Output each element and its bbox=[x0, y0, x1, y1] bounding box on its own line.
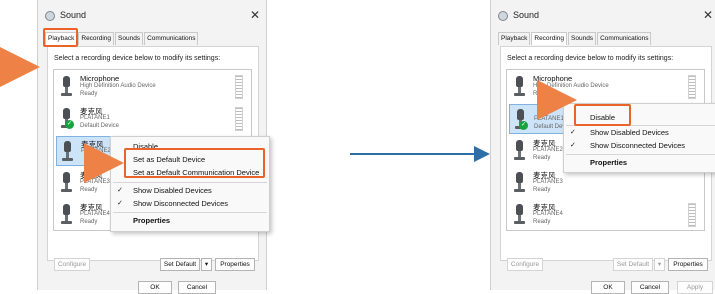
tab-sounds[interactable]: Sounds bbox=[568, 32, 597, 45]
tab-communications[interactable]: Communications bbox=[597, 32, 652, 45]
device-status: Ready bbox=[533, 155, 551, 161]
device-driver: PLATANE2 bbox=[533, 147, 563, 153]
check-badge-icon: ✓ bbox=[65, 120, 74, 129]
check-badge-icon: ✓ bbox=[519, 121, 528, 130]
device-status: Ready bbox=[80, 219, 98, 225]
ok-button[interactable]: OK bbox=[591, 281, 625, 294]
ok-button[interactable]: OK bbox=[138, 281, 172, 294]
device-name: Microphone bbox=[80, 74, 120, 83]
sound-icon bbox=[45, 11, 55, 21]
properties-button[interactable]: Properties bbox=[668, 258, 708, 271]
device-item[interactable]: 麦克风 PLATANE4 Ready bbox=[509, 200, 702, 230]
level-meter bbox=[688, 203, 696, 227]
device-driver: PLATANE1 bbox=[80, 115, 110, 121]
microphone-icon bbox=[514, 172, 525, 194]
tab-recording[interactable]: Recording bbox=[531, 32, 568, 45]
device-status: Ready bbox=[80, 91, 98, 97]
level-meter bbox=[688, 75, 696, 99]
microphone-icon bbox=[514, 76, 525, 98]
menu-options-highlight bbox=[124, 148, 265, 178]
disable-option-highlight bbox=[574, 104, 631, 126]
checkmark-icon: ✓ bbox=[117, 200, 123, 207]
close-icon[interactable]: ✕ bbox=[703, 8, 713, 22]
playback-tab-highlight bbox=[43, 28, 78, 47]
set-default-button[interactable]: Set Default bbox=[160, 258, 200, 271]
device-item[interactable]: ✓ 麦克风 PLATANE1 Default Device bbox=[56, 104, 249, 134]
menu-label: Show Disconnected Devices bbox=[133, 199, 229, 208]
device-status: Default Dev bbox=[534, 124, 566, 130]
apply-button[interactable]: Apply bbox=[677, 281, 713, 294]
checkmark-icon: ✓ bbox=[117, 187, 123, 194]
title-bar: Sound ✕ bbox=[491, 8, 715, 26]
level-meter bbox=[235, 107, 243, 131]
dialog-title: Sound bbox=[513, 10, 540, 20]
dialog-title: Sound bbox=[60, 10, 87, 20]
device-status: Ready bbox=[533, 219, 551, 225]
checkmark-icon: ✓ bbox=[570, 142, 576, 149]
pointer-arrow-icon bbox=[0, 47, 40, 87]
tab-bar: Playback Recording Sounds Communications bbox=[498, 32, 652, 46]
pointer-arrow-icon bbox=[537, 80, 577, 120]
menu-label: Properties bbox=[590, 158, 628, 167]
sound-dialog-after: Sound ✕ Playback Recording Sounds Commun… bbox=[490, 0, 715, 294]
microphone-icon bbox=[61, 172, 72, 194]
configure-button[interactable]: Configure bbox=[507, 258, 543, 271]
menu-label: Properties bbox=[133, 216, 171, 225]
device-driver: High Definition Audio Device bbox=[80, 83, 156, 89]
cancel-button[interactable]: Cancel bbox=[178, 281, 216, 294]
properties-button[interactable]: Properties bbox=[215, 258, 255, 271]
instruction-text: Select a recording device below to modif… bbox=[507, 55, 674, 62]
pointer-arrow-icon bbox=[84, 143, 124, 183]
title-bar: Sound ✕ bbox=[38, 8, 266, 26]
device-status: Ready bbox=[80, 187, 98, 193]
tab-playback[interactable]: Playback bbox=[498, 32, 531, 45]
menu-label: Show Disabled Devices bbox=[590, 128, 669, 137]
close-icon[interactable]: ✕ bbox=[250, 8, 260, 22]
microphone-icon bbox=[514, 140, 525, 162]
microphone-icon bbox=[61, 204, 72, 226]
menu-label: Show Disconnected Devices bbox=[590, 141, 686, 150]
level-meter bbox=[235, 75, 243, 99]
microphone-icon bbox=[514, 204, 525, 226]
cancel-button[interactable]: Cancel bbox=[631, 281, 669, 294]
instruction-text: Select a recording device below to modif… bbox=[54, 55, 221, 62]
set-default-button[interactable]: Set Default bbox=[613, 258, 653, 271]
arrow-head-icon bbox=[474, 146, 490, 162]
menu-separator bbox=[113, 182, 267, 183]
device-driver: PLATANE4 bbox=[80, 211, 110, 217]
menu-label: Show Disabled Devices bbox=[133, 186, 212, 195]
device-item[interactable]: Microphone High Definition Audio Device … bbox=[56, 72, 249, 102]
device-status: Default Device bbox=[80, 123, 120, 129]
step-connector-arrow bbox=[350, 153, 476, 155]
menu-separator bbox=[113, 212, 267, 213]
sound-icon bbox=[498, 11, 508, 21]
checkmark-icon: ✓ bbox=[570, 129, 576, 136]
device-driver: PLATANE4 bbox=[533, 211, 563, 217]
menu-separator bbox=[566, 154, 715, 155]
microphone-icon bbox=[61, 76, 72, 98]
device-status: Ready bbox=[533, 187, 551, 193]
chevron-down-icon[interactable]: ▾ bbox=[201, 258, 212, 271]
tab-communications[interactable]: Communications bbox=[144, 32, 199, 45]
configure-button[interactable]: Configure bbox=[54, 258, 90, 271]
device-driver: PLATANE3 bbox=[533, 179, 563, 185]
tab-sounds[interactable]: Sounds bbox=[115, 32, 144, 45]
microphone-icon bbox=[62, 141, 73, 163]
tab-recording[interactable]: Recording bbox=[78, 32, 115, 45]
chevron-down-icon[interactable]: ▾ bbox=[654, 258, 665, 271]
